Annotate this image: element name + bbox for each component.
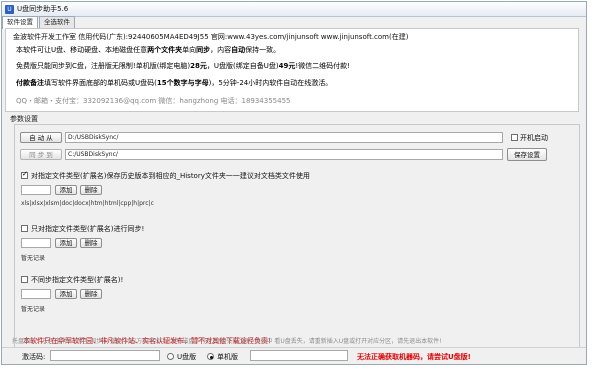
activation-code-field[interactable] <box>50 350 160 361</box>
exclude-empty-label: 暂无记录 <box>21 306 46 313</box>
only-sync-label: 只对指定文件类型(扩展名)进行同步! <box>31 225 145 233</box>
info-panel: 金波软件开发工作室 信用代码(广东):92440605MA4ED49J55 官网… <box>5 28 579 112</box>
history-add-button[interactable]: 添加 <box>55 185 77 195</box>
feature-description: 本软件可让U盘、移动硬盘、本地磁盘任意两个文件夹单向同步，内容自动保持一致。 <box>16 46 281 54</box>
exclude-extension-input[interactable] <box>21 289 51 299</box>
radio-standalone-label: 单机版 <box>217 353 238 361</box>
contact-info: QQ・邮箱・支付宝：332092136@qq.com 微信：hangzhong … <box>16 97 291 105</box>
sync-to-button[interactable]: 同 步 到 <box>20 149 62 160</box>
autostart-label: 开机启动 <box>520 134 548 142</box>
radio-u-disk-version[interactable] <box>167 353 174 360</box>
only-sync-add-button[interactable]: 添加 <box>55 238 77 248</box>
tab-all-software[interactable]: 全选软件 <box>39 16 75 28</box>
params-section-label: 参数设置 <box>10 115 38 123</box>
only-sync-checkbox[interactable] <box>21 225 28 232</box>
tab-strip: 软件设置 全选软件 <box>2 16 76 29</box>
autostart-checkbox[interactable] <box>511 134 518 141</box>
exclude-add-button[interactable]: 添加 <box>55 289 77 299</box>
history-extension-input[interactable] <box>21 185 51 195</box>
payment-note: 付款备注填写软件界面底部的单机码或U盘码(15个数字与字母)，5分钟-24小时内… <box>16 79 333 87</box>
usb-app-icon: U <box>5 4 14 14</box>
only-sync-extension-input[interactable] <box>21 238 51 248</box>
only-sync-empty-label: 暂无记录 <box>21 255 46 262</box>
machine-code-field[interactable] <box>250 350 348 361</box>
window-title: U盘同步助手5.6 <box>17 5 69 13</box>
params-section: 参数设置 自 动 从 D:/USBDiskSync/ 开机启动 同 步 到 C:… <box>10 114 580 354</box>
machine-code-error: 无法正确获取机器码，请尝试U盘版! <box>357 353 471 361</box>
title-bar: U U盘同步助手5.6 <box>2 2 586 17</box>
exclude-label: 不同步指定文件类型(扩展名)! <box>31 276 124 284</box>
status-bar: 激活码: U盘版 单机版 无法正确获取机器码，请尝试U盘版! <box>2 347 586 363</box>
only-sync-delete-button[interactable]: 删除 <box>80 238 102 248</box>
sync-to-path-input[interactable]: C:/USBDiskSync/ <box>65 149 503 160</box>
history-label: 对指定文件类型(扩展名)保存历史版本到相应的_History文件夹一一建议对文档… <box>31 172 310 180</box>
sync-from-path-input[interactable]: D:/USBDiskSync/ <box>65 132 503 143</box>
sync-from-button[interactable]: 自 动 从 <box>20 132 62 143</box>
radio-u-disk-label: U盘版 <box>177 353 197 361</box>
radio-standalone-version[interactable] <box>207 353 214 360</box>
history-checkbox[interactable] <box>21 170 28 179</box>
save-settings-button[interactable]: 保存设置 <box>507 148 547 161</box>
history-delete-button[interactable]: 删除 <box>80 185 102 195</box>
exclude-checkbox[interactable] <box>21 276 28 283</box>
history-extensions-list: xls|xlsx|xlsm|doc|docx|htm|html|cpp|h|pr… <box>21 200 154 207</box>
activation-code-label: 激活码: <box>22 353 46 361</box>
tray-icon-hint: 托盘图标：灰色-暂停中 绿色-同步中 蓝色-对应方向同步中 红色-磁盘不存在/连… <box>12 338 442 345</box>
exclude-delete-button[interactable]: 删除 <box>80 289 102 299</box>
developer-info: 金波软件开发工作室 信用代码(广东):92440605MA4ED49J55 官网… <box>13 33 409 41</box>
params-group: 自 动 从 D:/USBDiskSync/ 开机启动 同 步 到 C:/USBD… <box>14 124 580 350</box>
pricing-info: 免费版只能同步到C盘，注册版无限制!单机版(绑定电脑)28元，U盘版(绑定自备U… <box>16 62 350 70</box>
